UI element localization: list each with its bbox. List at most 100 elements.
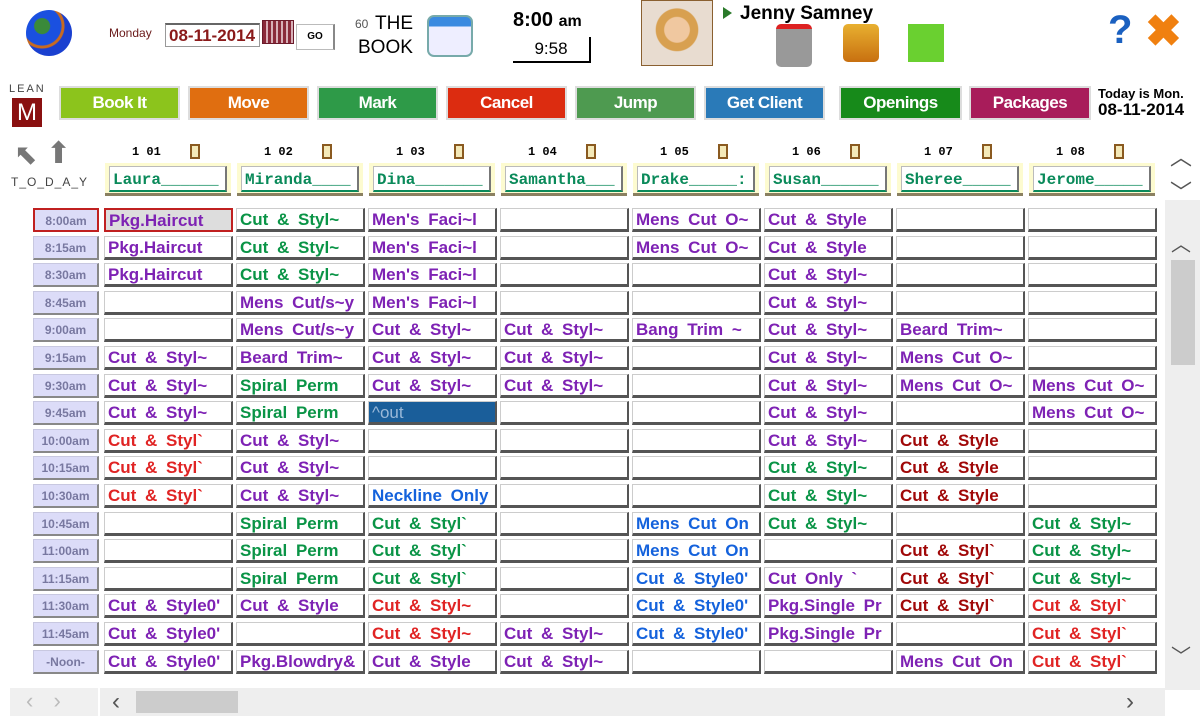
door-icon[interactable] <box>322 144 332 159</box>
stylist-tab[interactable]: Susan______ <box>765 163 891 196</box>
appointment-cell[interactable]: Cut & Style <box>368 649 497 674</box>
lean-logo[interactable]: M <box>12 98 42 127</box>
door-icon[interactable] <box>850 144 860 159</box>
appointment-cell[interactable]: Cut & Styl` <box>896 566 1025 591</box>
today-button[interactable]: T_O_D_A_Y <box>11 175 88 189</box>
appointment-cell[interactable]: Cut & Styl~ <box>104 401 233 426</box>
stylist-name[interactable]: Dina_______ <box>373 166 491 192</box>
appointment-cell[interactable]: Cut Only ` <box>764 566 893 591</box>
empty-slot[interactable] <box>500 263 629 288</box>
empty-slot[interactable] <box>1028 318 1157 343</box>
appointment-cell[interactable]: Cut & Styl~ <box>236 428 365 453</box>
appointment-cell[interactable]: Cut & Styl~ <box>764 484 893 508</box>
scroll-down-icon[interactable]: ﹀ <box>1171 640 1191 669</box>
empty-slot[interactable] <box>896 622 1025 646</box>
empty-slot[interactable] <box>632 649 761 674</box>
appointment-cell[interactable]: Cut & Styl~ <box>764 290 893 315</box>
empty-slot[interactable] <box>500 456 629 481</box>
register-icon[interactable] <box>776 24 812 67</box>
appointment-cell[interactable]: Mens Cut O~ <box>1028 373 1157 398</box>
appointment-cell[interactable]: Pkg.Single Pr <box>764 622 893 646</box>
appointment-cell[interactable]: Mens Cut On <box>896 649 1025 674</box>
empty-slot[interactable] <box>500 566 629 591</box>
empty-slot[interactable] <box>500 290 629 315</box>
empty-slot[interactable] <box>1028 484 1157 508</box>
empty-slot[interactable] <box>764 539 893 564</box>
empty-slot[interactable] <box>1028 290 1157 315</box>
appointment-cell[interactable]: Cut & Styl~ <box>368 346 497 370</box>
empty-slot[interactable] <box>236 622 365 646</box>
empty-slot[interactable] <box>368 428 497 453</box>
empty-slot[interactable] <box>104 318 233 343</box>
appointment-cell[interactable]: Pkg.Blowdry& <box>236 649 365 674</box>
appointment-cell[interactable]: Cut & Styl` <box>368 511 497 536</box>
empty-slot[interactable] <box>764 649 893 674</box>
toolbar-button-packages[interactable]: Packages <box>969 86 1091 120</box>
appointment-cell[interactable]: Cut & Styl~ <box>764 318 893 343</box>
gift-icon[interactable] <box>843 24 879 62</box>
toolbar-button-openings[interactable]: Openings <box>839 86 962 120</box>
appointment-cell[interactable]: Cut & Styl~ <box>1028 511 1157 536</box>
time-slot[interactable]: 11:45am <box>33 622 99 646</box>
scroll-right-icon[interactable]: › <box>1126 688 1134 716</box>
appointment-cell[interactable]: Cut & Styl~ <box>236 263 365 288</box>
appointment-cell[interactable]: Cut & Styl` <box>896 594 1025 619</box>
back-arrow-icon[interactable]: ⬉ <box>14 138 37 171</box>
door-icon[interactable] <box>190 144 200 159</box>
vertical-scroll-up[interactable]: ︿ <box>1170 140 1192 172</box>
appointment-cell[interactable]: Mens Cut O~ <box>632 208 761 232</box>
time-slot[interactable]: 9:30am <box>33 373 99 398</box>
empty-slot[interactable] <box>500 539 629 564</box>
toolbar-button-get-client[interactable]: Get Client <box>704 86 825 120</box>
empty-slot[interactable] <box>500 511 629 536</box>
time-slot[interactable]: 11:30am <box>33 594 99 619</box>
empty-slot[interactable] <box>1028 235 1157 260</box>
empty-slot[interactable] <box>896 263 1025 288</box>
empty-slot[interactable] <box>104 539 233 564</box>
stylist-name[interactable]: Sheree_____ <box>901 166 1019 192</box>
appointment-cell[interactable]: Pkg.Haircut <box>104 263 233 288</box>
appointment-cell[interactable]: Spiral Perm <box>236 373 365 398</box>
appointment-cell[interactable]: Cut & Style <box>896 456 1025 481</box>
empty-slot[interactable] <box>632 373 761 398</box>
empty-slot[interactable] <box>896 290 1025 315</box>
empty-slot[interactable] <box>632 290 761 315</box>
time-slot[interactable]: 11:00am <box>33 539 99 564</box>
stylist-tab[interactable]: Miranda____ <box>237 163 363 196</box>
appointment-cell[interactable]: Cut & Styl~ <box>764 346 893 370</box>
empty-slot[interactable] <box>500 484 629 508</box>
appointment-cell[interactable]: Cut & Styl~ <box>1028 566 1157 591</box>
empty-slot[interactable] <box>1028 428 1157 453</box>
appointment-cell[interactable]: Mens Cut On <box>632 539 761 564</box>
stylist-name[interactable]: Miranda____ <box>241 166 359 192</box>
appointment-cell[interactable]: Mens Cut/s~y <box>236 318 365 343</box>
appointment-cell[interactable]: Cut & Styl~ <box>368 373 497 398</box>
appointment-cell[interactable]: Mens Cut O~ <box>632 235 761 260</box>
appointment-cell[interactable]: Cut & Styl~ <box>236 208 365 232</box>
appointment-cell[interactable]: Cut & Styl~ <box>500 622 629 646</box>
appointment-cell[interactable]: Cut & Style <box>896 428 1025 453</box>
appointment-cell[interactable]: Pkg.Haircut <box>104 208 233 232</box>
appointment-cell[interactable]: Cut & Styl~ <box>368 594 497 619</box>
appointment-cell[interactable]: Beard Trim~ <box>896 318 1025 343</box>
stylist-tab[interactable]: Jerome_____ <box>1029 163 1155 196</box>
appointment-cell[interactable]: Men's Faci~l <box>368 208 497 232</box>
user-photo[interactable] <box>641 0 713 66</box>
stylist-tab[interactable]: Laura______ <box>105 163 231 196</box>
door-icon[interactable] <box>1114 144 1124 159</box>
appointment-cell[interactable]: Cut & Styl~ <box>236 235 365 260</box>
stylist-name[interactable]: Samantha___ <box>505 166 623 192</box>
close-icon[interactable]: ✖ <box>1145 6 1182 57</box>
appointment-cell[interactable]: Cut & Style0' <box>104 622 233 646</box>
time-slot[interactable]: 10:15am <box>33 456 99 481</box>
empty-slot[interactable] <box>500 208 629 232</box>
appointment-cell[interactable]: Cut & Style0' <box>104 594 233 619</box>
scroll-left-icon[interactable]: ‹ <box>112 688 120 716</box>
appointment-cell[interactable]: Cut & Styl~ <box>764 456 893 481</box>
time-slot[interactable]: 10:45am <box>33 511 99 536</box>
empty-slot[interactable] <box>104 511 233 536</box>
appointment-cell[interactable]: Cut & Styl` <box>1028 622 1157 646</box>
empty-slot[interactable] <box>1028 456 1157 481</box>
appointment-cell[interactable]: Cut & Styl~ <box>368 318 497 343</box>
toolbar-button-mark[interactable]: Mark <box>317 86 438 120</box>
